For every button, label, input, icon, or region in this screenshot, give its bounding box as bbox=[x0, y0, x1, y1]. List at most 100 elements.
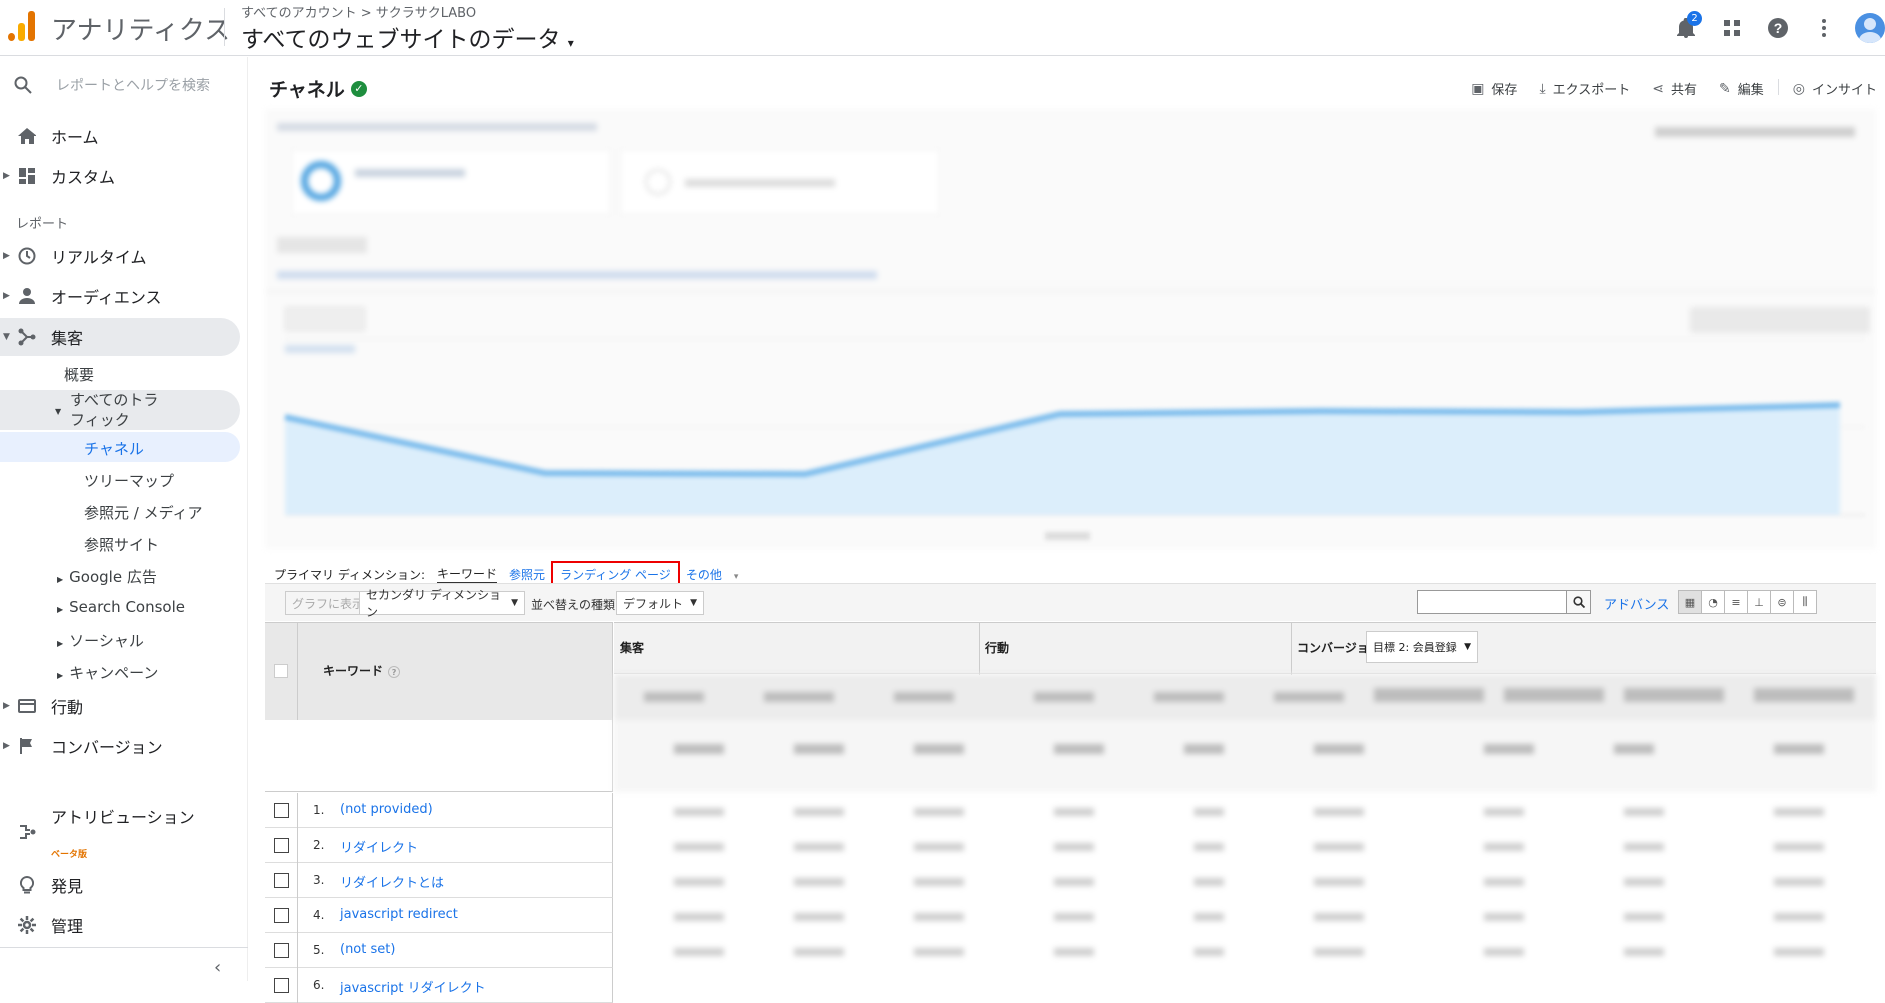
sidebar-item-behavior[interactable]: ▶ 行動 bbox=[0, 687, 240, 725]
sidebar-item-channels[interactable]: チャネル bbox=[84, 438, 144, 459]
row-number: 6. bbox=[313, 978, 325, 992]
table-header-left bbox=[265, 622, 613, 720]
apps-grid-icon[interactable] bbox=[1717, 13, 1747, 43]
page-title: チャネル ✓ bbox=[269, 75, 367, 102]
sidebar-item-label: Search Console bbox=[69, 598, 186, 616]
sidebar-item-label: 発見 bbox=[51, 877, 84, 896]
sidebar-item-label: ホーム bbox=[51, 128, 99, 147]
keyword-link[interactable]: javascript redirect bbox=[340, 907, 458, 922]
keyword-link[interactable]: リダイレクトとは bbox=[340, 872, 444, 891]
sidebar-item-overview[interactable]: 概要 bbox=[64, 364, 94, 385]
sessions-line-chart bbox=[265, 277, 1876, 597]
sidebar-item-campaigns[interactable]: ▶ キャンペーン bbox=[57, 662, 158, 683]
sidebar-item-discover[interactable]: 発見 bbox=[0, 866, 240, 904]
sidebar-item-treemap[interactable]: ツリーマップ bbox=[84, 470, 174, 491]
sidebar-search[interactable]: レポートとヘルプを検索 bbox=[14, 75, 210, 95]
sidebar-item-audience[interactable]: ▶ オーディエンス bbox=[0, 277, 240, 315]
sidebar-item-label: 集客 bbox=[51, 329, 84, 348]
table-row: 1. (not provided) bbox=[265, 793, 613, 828]
table-search-button[interactable] bbox=[1567, 590, 1591, 614]
expand-arrow-icon: ▶ bbox=[3, 701, 10, 711]
share-button[interactable]: ⋖ 共有 bbox=[1652, 79, 1698, 99]
notifications-bell-icon[interactable]: 2 bbox=[1671, 11, 1702, 43]
table-view-switcher: ▦ ◔ ≡ ⊥ ⊜ ⫼ bbox=[1678, 590, 1817, 614]
dimension-source-link[interactable]: 参照元 bbox=[509, 566, 545, 583]
keyword-link[interactable]: (not provided) bbox=[340, 802, 433, 817]
secondary-dimension-select[interactable]: セカンダリ ディメンション ▼ bbox=[359, 588, 525, 619]
collapse-arrow-icon: ▼ bbox=[3, 332, 10, 342]
keyword-link[interactable]: リダイレクト bbox=[340, 837, 418, 856]
sidebar-item-google-ads[interactable]: ▶ Google 広告 bbox=[57, 566, 157, 587]
sidebar-item-realtime[interactable]: ▶ リアルタイム bbox=[0, 237, 240, 275]
svg-text:?: ? bbox=[1774, 20, 1783, 36]
row-checkbox[interactable] bbox=[274, 803, 289, 818]
keyword-column-header[interactable]: キーワード? bbox=[323, 662, 401, 679]
export-button[interactable]: ⤓ エクスポート bbox=[1539, 79, 1630, 99]
sidebar-item-label: 行動 bbox=[51, 698, 84, 717]
sidebar-item-attribution[interactable]: アトリビューション bbox=[0, 802, 240, 862]
sidebar-item-admin[interactable]: 管理 bbox=[0, 906, 240, 944]
edit-button[interactable]: ✎ 編集 bbox=[1719, 79, 1764, 99]
search-icon bbox=[14, 76, 32, 94]
comparison-view-icon[interactable]: ⊥ bbox=[1747, 590, 1771, 614]
download-icon: ⤓ bbox=[1539, 80, 1546, 97]
dimension-other-label: その他 bbox=[685, 568, 722, 582]
sidebar-item-label: キャンペーン bbox=[69, 664, 159, 682]
dashboard-icon bbox=[16, 165, 38, 187]
advanced-filter-link[interactable]: アドバンス bbox=[1604, 594, 1669, 613]
pie-chart-view-icon[interactable]: ◔ bbox=[1701, 590, 1725, 614]
table-filter-input[interactable] bbox=[1417, 590, 1567, 614]
account-breadcrumb[interactable]: すべてのアカウント > サクラサクLABO bbox=[241, 2, 476, 21]
share-label: 共有 bbox=[1671, 83, 1698, 98]
table-row: 5. (not set) bbox=[265, 933, 613, 968]
row-checkbox[interactable] bbox=[274, 943, 289, 958]
sidebar-item-label: カスタム bbox=[51, 168, 116, 187]
sidebar-item-source-medium[interactable]: 参照元 / メディア bbox=[84, 502, 203, 523]
performance-view-icon[interactable]: ≡ bbox=[1724, 590, 1748, 614]
view-selector[interactable]: すべてのウェブサイトのデータ ▾ bbox=[241, 20, 574, 54]
sidebar-item-home[interactable]: ホーム bbox=[0, 117, 240, 155]
sidebar-item-custom[interactable]: ▶ カスタム bbox=[0, 157, 240, 195]
keyword-link[interactable]: javascript リダイレクト bbox=[340, 977, 486, 996]
row-number: 2. bbox=[313, 838, 325, 852]
reports-section-label: レポート bbox=[16, 217, 69, 232]
analytics-logo-icon[interactable] bbox=[8, 9, 36, 41]
row-checkbox[interactable] bbox=[274, 978, 289, 993]
data-table-view-icon[interactable]: ▦ bbox=[1678, 590, 1702, 614]
group-divider bbox=[1291, 623, 1292, 675]
actions-divider bbox=[1777, 79, 1779, 95]
table-row: 3. リダイレクトとは bbox=[265, 863, 613, 898]
goal-select[interactable]: 目標 2: 会員登録 ▼ bbox=[1366, 631, 1478, 663]
sidebar-item-social[interactable]: ▶ ソーシャル bbox=[57, 630, 144, 651]
pivot-view-icon[interactable]: ⫼ bbox=[1793, 590, 1817, 614]
sidebar-item-all-traffic[interactable]: ▼ すべてのトラフィック bbox=[55, 390, 165, 430]
sidebar-item-search-console[interactable]: ▶ Search Console bbox=[57, 598, 185, 616]
user-avatar[interactable] bbox=[1855, 13, 1885, 43]
help-icon[interactable]: ? bbox=[388, 666, 401, 678]
row-checkbox[interactable] bbox=[274, 908, 289, 923]
save-button[interactable]: ▣ 保存 bbox=[1471, 79, 1517, 99]
sidebar-item-acquisition[interactable]: ▼ 集客 bbox=[0, 318, 240, 356]
sort-type-select[interactable]: デフォルト ▼ bbox=[616, 591, 704, 615]
collapse-sidebar-chevron-icon[interactable]: ‹ bbox=[214, 957, 221, 978]
more-vert-icon[interactable] bbox=[1809, 13, 1839, 43]
row-checkbox[interactable] bbox=[274, 873, 289, 888]
keyword-link[interactable]: (not set) bbox=[340, 942, 395, 957]
behavior-group-header: 行動 bbox=[985, 641, 1010, 655]
blurred-metric-columns bbox=[614, 674, 1876, 984]
gear-icon bbox=[16, 914, 38, 936]
expand-arrow-icon: ▶ bbox=[3, 291, 10, 301]
insights-label: インサイト bbox=[1811, 83, 1877, 98]
table-row: 6. javascript リダイレクト bbox=[265, 968, 613, 1003]
dimension-other-dropdown[interactable]: その他 ▾ bbox=[686, 566, 751, 583]
expand-arrow-icon: ▶ bbox=[57, 605, 64, 614]
help-icon[interactable]: ? bbox=[1763, 13, 1793, 43]
sidebar-item-label: コンバージョン bbox=[51, 738, 163, 757]
term-cloud-view-icon[interactable]: ⊜ bbox=[1770, 590, 1794, 614]
sidebar-item-label: ソーシャル bbox=[69, 632, 144, 650]
insights-button[interactable]: ◎ インサイト bbox=[1793, 79, 1877, 99]
select-all-checkbox[interactable] bbox=[274, 664, 288, 678]
row-checkbox[interactable] bbox=[274, 838, 289, 853]
sidebar-item-referrals[interactable]: 参照サイト bbox=[84, 534, 159, 555]
sidebar-item-conversions[interactable]: ▶ コンバージョン bbox=[0, 727, 240, 765]
